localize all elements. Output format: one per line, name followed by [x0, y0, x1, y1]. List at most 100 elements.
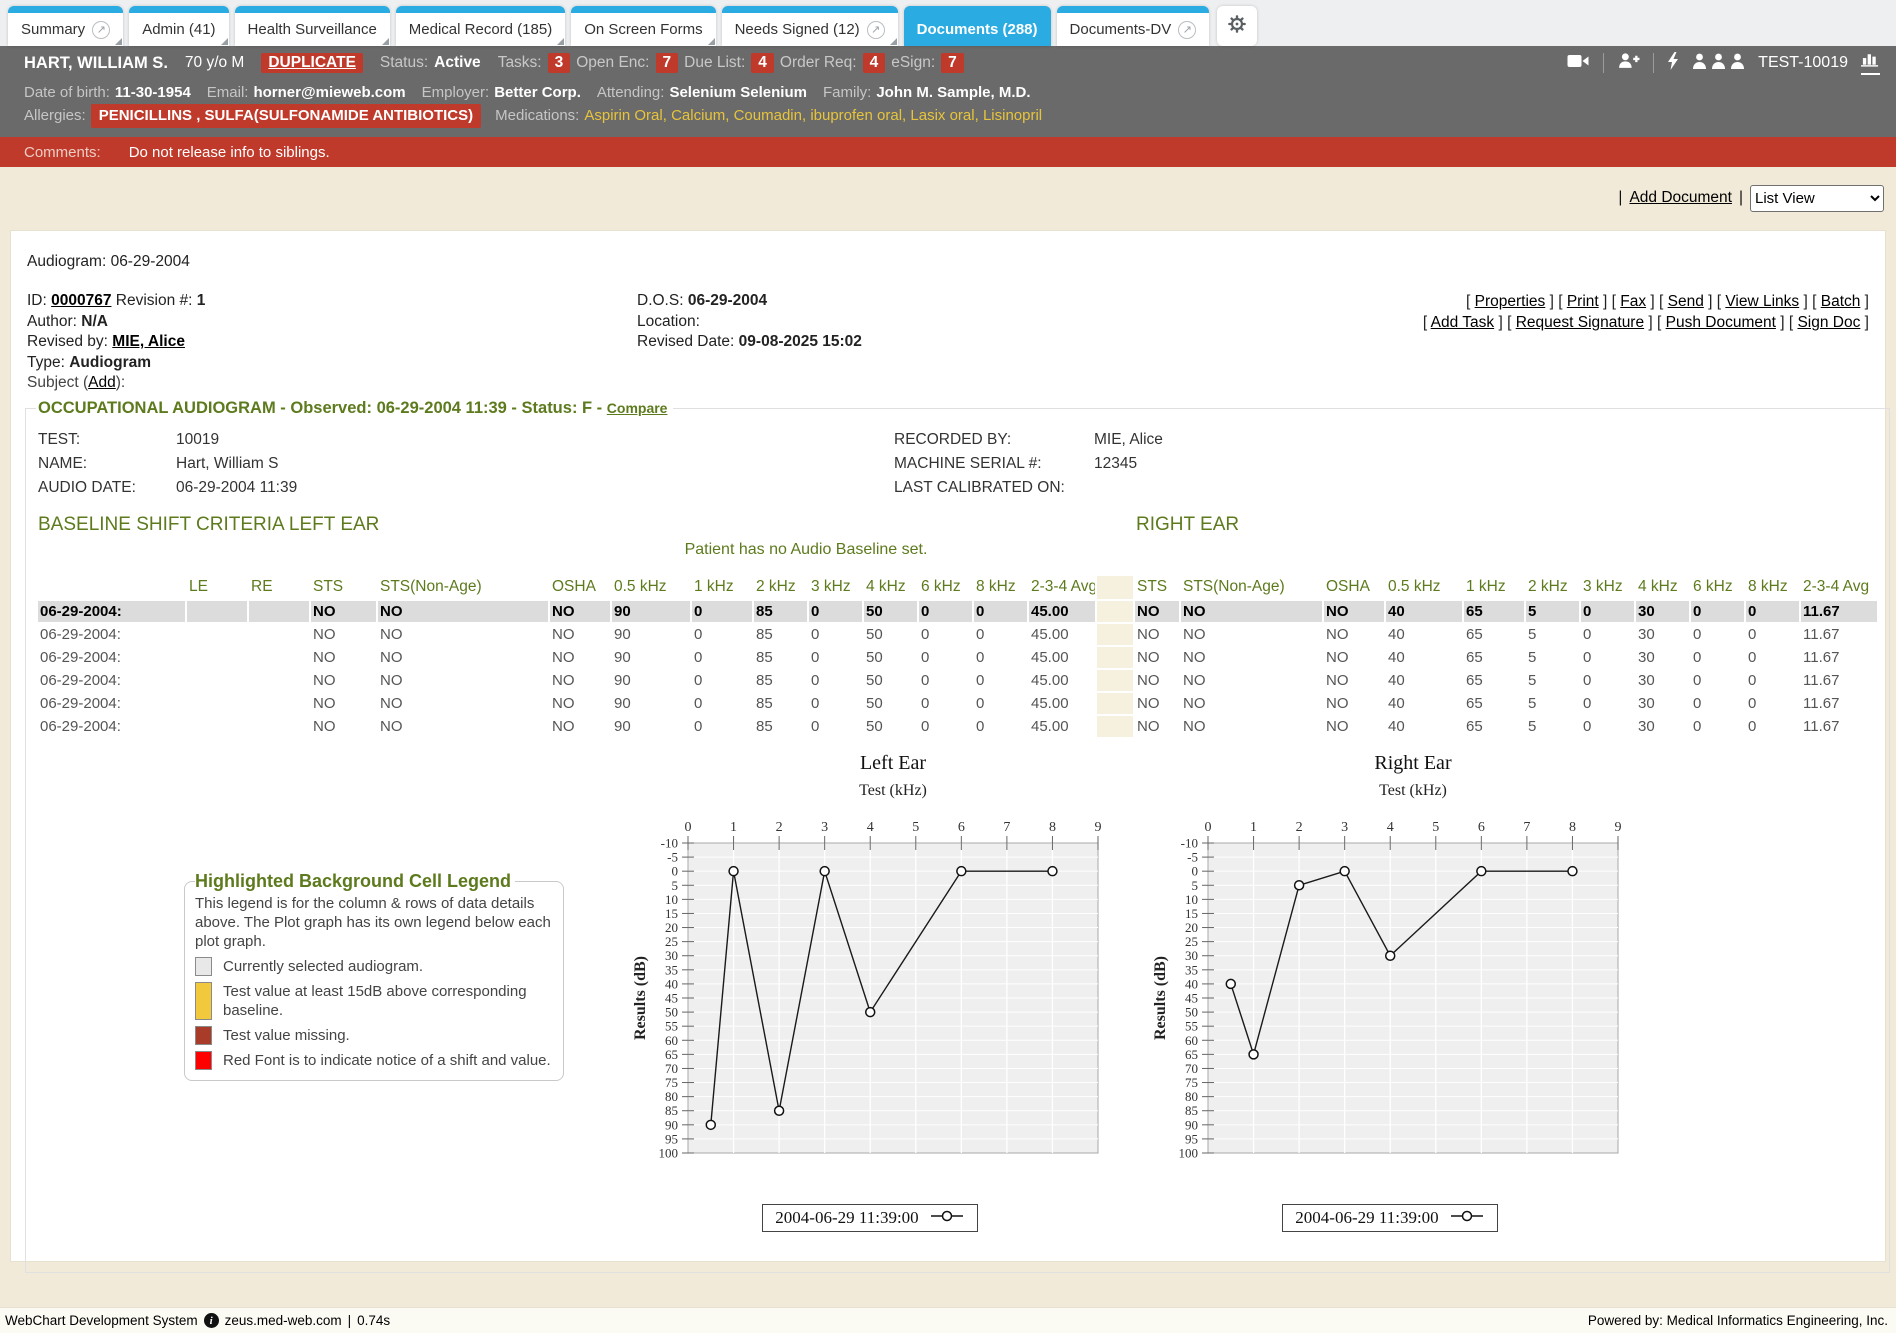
row-date[interactable]: 06-29-2004: — [38, 624, 185, 645]
medication-link[interactable]: ibuprofen oral — [810, 107, 902, 124]
tab-on-screen-forms[interactable]: On Screen Forms — [571, 6, 715, 46]
cell: 0 — [1691, 670, 1744, 691]
tab-documents-dv[interactable]: Documents-DV↗ — [1057, 6, 1210, 46]
cell: 0 — [692, 670, 752, 691]
sign-doc-link[interactable]: Sign Doc — [1797, 314, 1860, 331]
counter-badge[interactable]: 4 — [751, 53, 774, 73]
info-row: NAME:Hart, William S — [38, 452, 297, 476]
svg-text:4: 4 — [1387, 820, 1394, 835]
revised-by-label: Revised by: — [27, 333, 108, 350]
cell: 0 — [919, 693, 972, 714]
allergies-badge[interactable]: PENICILLINS , SULFA(SULFONAMIDE ANTIBIOT… — [91, 104, 481, 128]
cell: 40 — [1386, 601, 1462, 622]
tab-needs-signed-12[interactable]: Needs Signed (12)↗ — [722, 6, 898, 46]
table-header-row: LERESTSSTS(Non-Age)OSHA0.5 kHz1 kHz2 kHz… — [38, 576, 1877, 599]
info-icon[interactable]: i — [204, 1313, 219, 1328]
batch-link[interactable]: Batch — [1821, 293, 1861, 310]
counter-label: eSign: — [891, 54, 935, 72]
external-link-icon[interactable]: ↗ — [1178, 21, 1196, 39]
send-link[interactable]: Send — [1668, 293, 1704, 310]
settings-tab[interactable] — [1217, 6, 1257, 46]
tab-documents-288[interactable]: Documents (288) — [904, 6, 1051, 46]
medication-link[interactable]: Calcium — [671, 107, 725, 124]
legend-item: Red Font is to indicate notice of a shif… — [195, 1051, 553, 1070]
print-link[interactable]: Print — [1567, 293, 1599, 310]
cell: NO — [311, 624, 376, 645]
cell: 85 — [754, 624, 807, 645]
table-row[interactable]: 06-29-2004:NONONO900850500045.00NONONO40… — [38, 647, 1877, 668]
view-select[interactable]: List View — [1750, 185, 1884, 212]
medication-link[interactable]: Lisinopril — [983, 107, 1042, 124]
document-id-link[interactable]: 0000767 — [51, 292, 111, 309]
field-value[interactable]: horner@mieweb.com — [253, 84, 405, 101]
view-links-link[interactable]: View Links — [1725, 293, 1799, 310]
divider — [1653, 53, 1654, 73]
counter-badge[interactable]: 7 — [941, 53, 964, 73]
revised-by-link[interactable]: MIE, Alice — [112, 333, 185, 350]
cell: 45.00 — [1029, 693, 1095, 714]
cell: 0 — [809, 647, 862, 668]
legend-item: Test value at least 15dB above correspon… — [195, 982, 553, 1020]
field-label: Employer: — [422, 84, 490, 101]
column-header: STS — [311, 576, 376, 599]
add-person-button[interactable] — [1617, 52, 1640, 74]
compare-link[interactable]: Compare — [607, 400, 668, 416]
medication-link[interactable]: Coumadin — [734, 107, 802, 124]
cell: 0 — [809, 670, 862, 691]
cell: 11.67 — [1801, 693, 1877, 714]
svg-text:85: 85 — [665, 1103, 678, 1118]
table-row[interactable]: 06-29-2004:NONONO900850500045.00NONONO40… — [38, 693, 1877, 714]
audiogram-chart-button[interactable] — [1861, 51, 1880, 75]
cell: 0 — [1691, 693, 1744, 714]
cell: NO — [378, 624, 548, 645]
add-task-link[interactable]: Add Task — [1431, 314, 1494, 331]
right-ear-chart: Right EarTest (kHz)0123456789-10-5051015… — [1150, 743, 1630, 1232]
patient-group-button[interactable] — [1692, 53, 1745, 74]
counter-badge[interactable]: 4 — [863, 53, 886, 73]
cell: 85 — [754, 601, 807, 622]
table-row[interactable]: 06-29-2004:NONONO900850500045.00NONONO40… — [38, 624, 1877, 645]
table-row[interactable]: 06-29-2004:NONONO900850500045.00NONONO40… — [38, 670, 1877, 691]
table-row[interactable]: 06-29-2004:NONONO900850500045.00NONONO40… — [38, 716, 1877, 737]
row-date[interactable]: 06-29-2004: — [38, 647, 185, 668]
tab-summary[interactable]: Summary↗ — [8, 6, 123, 46]
tab-health-surveillance[interactable]: Health Surveillance — [235, 6, 390, 46]
quick-action-button[interactable] — [1667, 52, 1679, 75]
info-label: MACHINE SERIAL #: — [894, 452, 1094, 476]
request-signature-link[interactable]: Request Signature — [1516, 314, 1644, 331]
add-document-link[interactable]: Add Document — [1629, 189, 1732, 207]
external-link-icon[interactable]: ↗ — [867, 21, 885, 39]
row-date[interactable]: 06-29-2004: — [38, 716, 185, 737]
separator: | — [1739, 189, 1743, 207]
cell-legend-title: Highlighted Background Cell Legend — [195, 871, 515, 892]
push-document-link[interactable]: Push Document — [1666, 314, 1776, 331]
cell: NO — [311, 693, 376, 714]
cell: 90 — [612, 670, 690, 691]
cell: 45.00 — [1029, 670, 1095, 691]
subject-add-link[interactable]: Add — [88, 374, 116, 391]
duplicate-badge[interactable]: DUPLICATE — [261, 53, 363, 73]
video-call-button[interactable] — [1567, 53, 1590, 74]
row-date[interactable]: 06-29-2004: — [38, 670, 185, 691]
cell — [249, 624, 309, 645]
counter-badge[interactable]: 3 — [548, 53, 571, 73]
external-link-icon[interactable]: ↗ — [92, 21, 110, 39]
row-date[interactable]: 06-29-2004: — [38, 693, 185, 714]
cell: 30 — [1636, 670, 1689, 691]
properties-link[interactable]: Properties — [1475, 293, 1546, 310]
table-row[interactable]: 06-29-2004:NONONO900850500045.00NONONO40… — [38, 601, 1877, 622]
svg-text:60: 60 — [1185, 1033, 1198, 1048]
cell: 0 — [692, 624, 752, 645]
tab-medical-record-185[interactable]: Medical Record (185) — [396, 6, 565, 46]
row-date[interactable]: 06-29-2004: — [38, 601, 185, 622]
counter-badge[interactable]: 7 — [656, 53, 679, 73]
fax-link[interactable]: Fax — [1620, 293, 1646, 310]
medication-link[interactable]: Aspirin Oral — [584, 107, 662, 124]
series-marker-icon — [929, 1208, 965, 1228]
medication-link[interactable]: Lasix oral — [910, 107, 974, 124]
cell-legend: Highlighted Background Cell Legend This … — [184, 871, 564, 1081]
tab-admin-41[interactable]: Admin (41) — [129, 6, 228, 46]
cell: NO — [1135, 693, 1179, 714]
cell — [249, 670, 309, 691]
table-spacer — [1097, 670, 1133, 691]
